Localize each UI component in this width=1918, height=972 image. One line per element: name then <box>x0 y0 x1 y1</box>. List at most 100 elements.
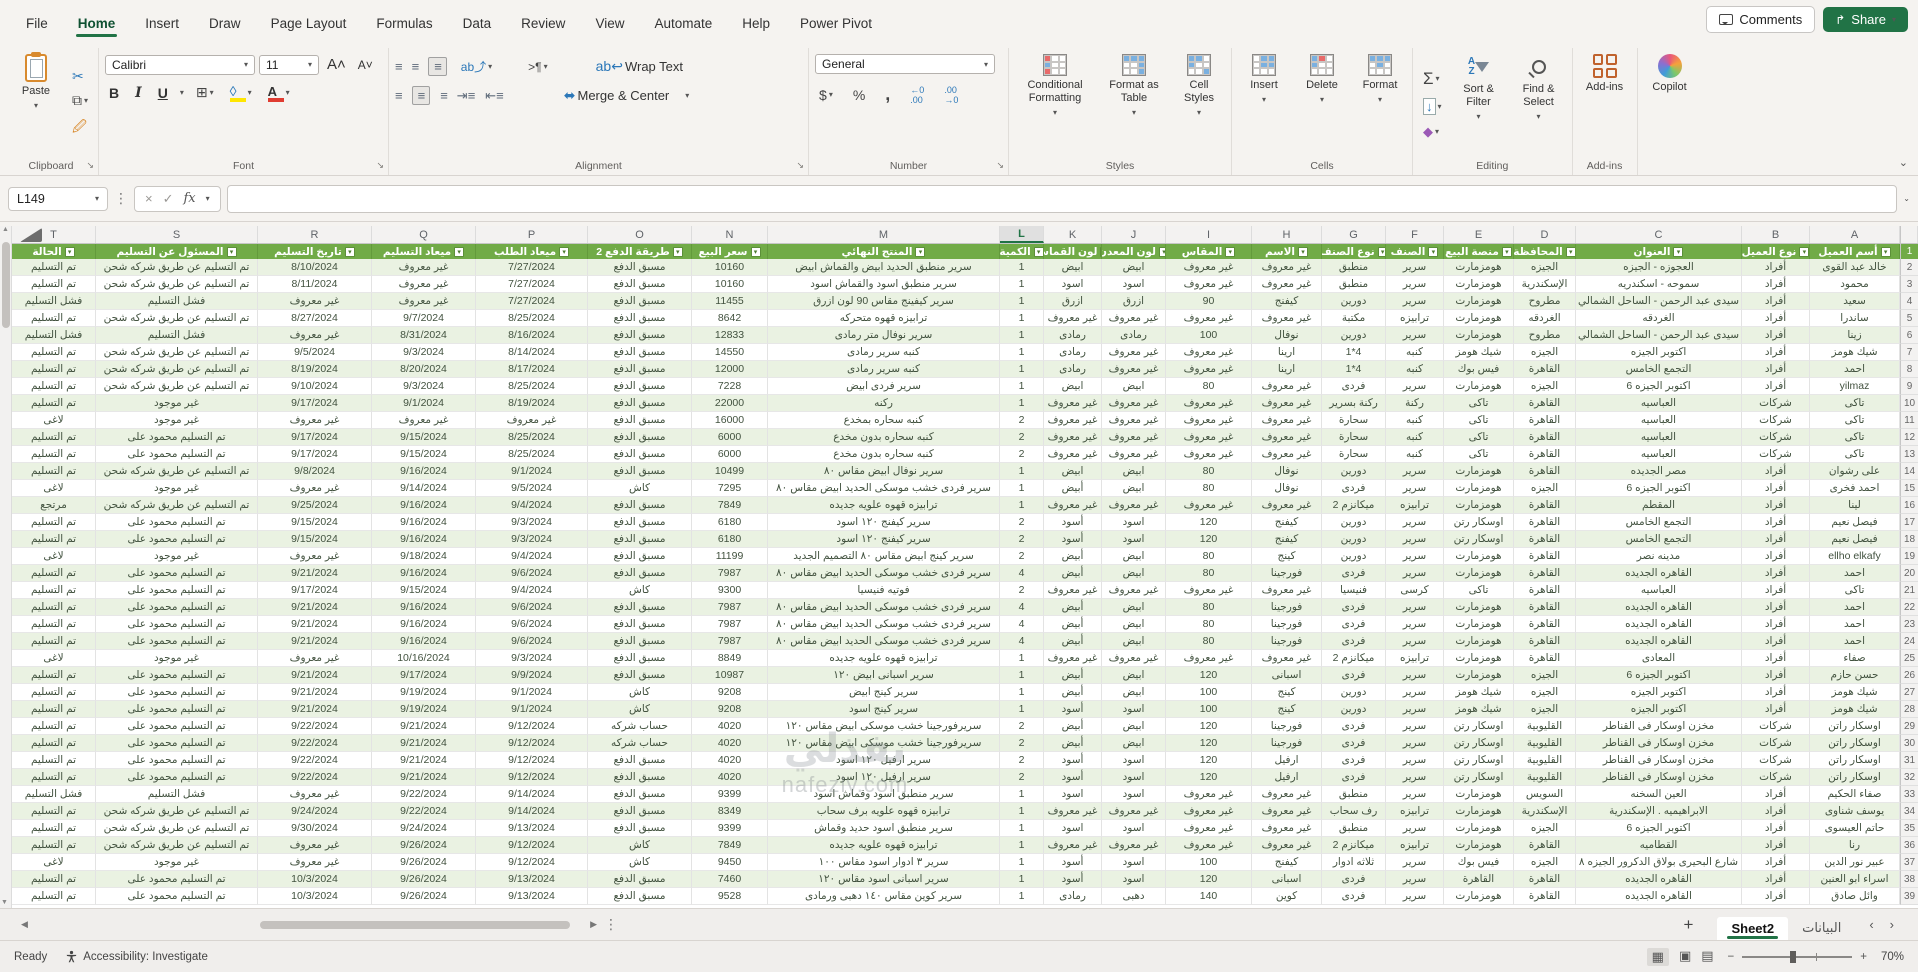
cell[interactable]: هومزمارت <box>1444 650 1514 667</box>
cell[interactable]: تم التسليم محمود على <box>96 752 258 769</box>
cell[interactable]: 9/15/2024 <box>258 531 372 548</box>
cell[interactable]: أفراد <box>1742 531 1810 548</box>
insert-cells-button[interactable]: Insert ▾ <box>1238 50 1290 158</box>
row-header[interactable]: 14 <box>1900 463 1918 480</box>
align-center-button[interactable]: ≡ <box>411 86 431 105</box>
cell[interactable]: مسبق الدفع <box>588 803 692 820</box>
cell[interactable]: 8/16/2024 <box>476 327 588 344</box>
column-header-P[interactable]: P <box>476 226 588 243</box>
cell[interactable]: غير معروف <box>258 480 372 497</box>
table-header-cell[interactable]: ▾ المنتج النهائي <box>768 244 1000 259</box>
cell[interactable]: غير معروف <box>1166 276 1252 293</box>
cell[interactable]: ميكانزم 2 <box>1322 837 1386 854</box>
cell[interactable]: 9399 <box>692 820 768 837</box>
cell[interactable]: ترابيزه قهوه علويه جديده <box>768 837 1000 854</box>
cell[interactable]: 9/19/2024 <box>372 701 476 718</box>
column-header-S[interactable]: S <box>96 226 258 243</box>
cell[interactable]: غير معروف <box>1252 429 1322 446</box>
ribbon-tab-draw[interactable]: Draw <box>197 6 253 39</box>
cell[interactable]: 11199 <box>692 548 768 565</box>
cell[interactable]: رمادى <box>1044 888 1102 905</box>
table-header-cell[interactable]: ▾ سعر البيع <box>692 244 768 259</box>
filter-button[interactable]: ▾ <box>1158 246 1165 257</box>
cell[interactable]: القاهره الجديده <box>1576 871 1742 888</box>
column-header-E[interactable]: E <box>1444 226 1514 243</box>
cell[interactable]: غير معروف <box>1102 837 1166 854</box>
cell[interactable]: تاكى <box>1444 395 1514 412</box>
cell[interactable]: دورين <box>1322 327 1386 344</box>
cell[interactable]: تم التسليم <box>12 718 96 735</box>
cell[interactable]: 10/3/2024 <box>258 871 372 888</box>
collapse-ribbon-button[interactable]: ⌄ <box>1899 156 1908 169</box>
cell[interactable]: تم التسليم <box>12 378 96 395</box>
cell[interactable]: ابيض <box>1102 480 1166 497</box>
cell[interactable]: دهبى <box>1102 888 1166 905</box>
cell[interactable]: هومزمارت <box>1444 259 1514 276</box>
cell[interactable]: القاهرة <box>1514 871 1576 888</box>
row-header[interactable]: 7 <box>1900 344 1918 361</box>
cell[interactable]: سرير <box>1386 718 1444 735</box>
cell[interactable]: مسبق الدفع <box>588 820 692 837</box>
cell[interactable]: 9/9/2024 <box>476 667 588 684</box>
row-header[interactable]: 8 <box>1900 361 1918 378</box>
font-name-combo[interactable]: Calibri ▾ <box>105 54 256 75</box>
cell[interactable]: مسبق الدفع <box>588 871 692 888</box>
cell[interactable]: 9/22/2024 <box>258 769 372 786</box>
cell[interactable]: أفراد <box>1742 514 1810 531</box>
cell[interactable]: أفراد <box>1742 378 1810 395</box>
cell[interactable]: تم التسليم <box>12 735 96 752</box>
cell[interactable]: 1 <box>1000 701 1044 718</box>
row-header[interactable]: 5 <box>1900 310 1918 327</box>
cell[interactable]: احمد <box>1810 616 1900 633</box>
cell[interactable]: رمادى <box>1102 327 1166 344</box>
cell[interactable]: فشل التسليم <box>96 293 258 310</box>
cell[interactable]: سرير <box>1386 786 1444 803</box>
cell[interactable]: سرير فردى خشب موسكى الحديد ابيض مقاس ٨٠ <box>768 633 1000 650</box>
cell[interactable]: القاهرة <box>1514 463 1576 480</box>
cell[interactable]: فورجينا <box>1252 616 1322 633</box>
page-break-view-button[interactable]: ▤ <box>1701 948 1713 966</box>
cell[interactable]: أفراد <box>1742 786 1810 803</box>
row-header[interactable]: 12 <box>1900 429 1918 446</box>
cell[interactable]: 9/16/2024 <box>372 463 476 480</box>
cell[interactable]: 9/8/2024 <box>258 463 372 480</box>
cell[interactable]: أفراد <box>1742 599 1810 616</box>
cell[interactable]: تم التسليم <box>12 871 96 888</box>
cell[interactable]: 2 <box>1000 412 1044 429</box>
cell[interactable]: تم التسليم محمود على <box>96 684 258 701</box>
cell[interactable]: مسبق الدفع <box>588 565 692 582</box>
cell[interactable]: القاهرة <box>1514 497 1576 514</box>
cell[interactable]: 6000 <box>692 446 768 463</box>
cell[interactable]: غير معروف <box>1252 310 1322 327</box>
row-header[interactable]: 18 <box>1900 531 1918 548</box>
cell[interactable]: 9208 <box>692 701 768 718</box>
cell[interactable]: 9/26/2024 <box>372 854 476 871</box>
cell[interactable]: كنبه <box>1386 446 1444 463</box>
table-header-cell[interactable]: ▾ نوع الصنف <box>1322 244 1386 259</box>
cell[interactable]: تم التسليم محمود على <box>96 565 258 582</box>
cell[interactable]: غير معروف <box>258 412 372 429</box>
cell[interactable]: ترابيزه <box>1386 650 1444 667</box>
cell[interactable]: 9/17/2024 <box>258 446 372 463</box>
cell[interactable]: اسود <box>1102 820 1166 837</box>
ribbon-tab-data[interactable]: Data <box>451 6 504 39</box>
cell[interactable]: سرير <box>1386 769 1444 786</box>
cell[interactable]: 8349 <box>692 803 768 820</box>
cell[interactable]: كاش <box>588 837 692 854</box>
ribbon-tab-home[interactable]: Home <box>66 6 128 39</box>
cell[interactable]: فردى <box>1322 565 1386 582</box>
cell[interactable]: مخزن اوسكار فى القناطر <box>1576 769 1742 786</box>
cell[interactable]: القاهرة <box>1514 429 1576 446</box>
cell[interactable]: تم التسليم <box>12 701 96 718</box>
cell[interactable]: اكتوبر الجيزه 6 <box>1576 667 1742 684</box>
cell[interactable]: صفاء <box>1810 650 1900 667</box>
table-header-cell[interactable]: ▾ أسم العميل <box>1810 244 1900 259</box>
cell[interactable]: هومزمارت <box>1444 293 1514 310</box>
cell[interactable]: القاهره الجديده <box>1576 599 1742 616</box>
cell[interactable]: دورين <box>1322 684 1386 701</box>
cell[interactable]: غير معروف <box>1166 395 1252 412</box>
cell[interactable]: 9/3/2024 <box>476 514 588 531</box>
cell[interactable]: أفراد <box>1742 497 1810 514</box>
cell[interactable]: 120 <box>1166 752 1252 769</box>
cell[interactable]: تم التسليم عن طريق شركه شحن <box>96 837 258 854</box>
